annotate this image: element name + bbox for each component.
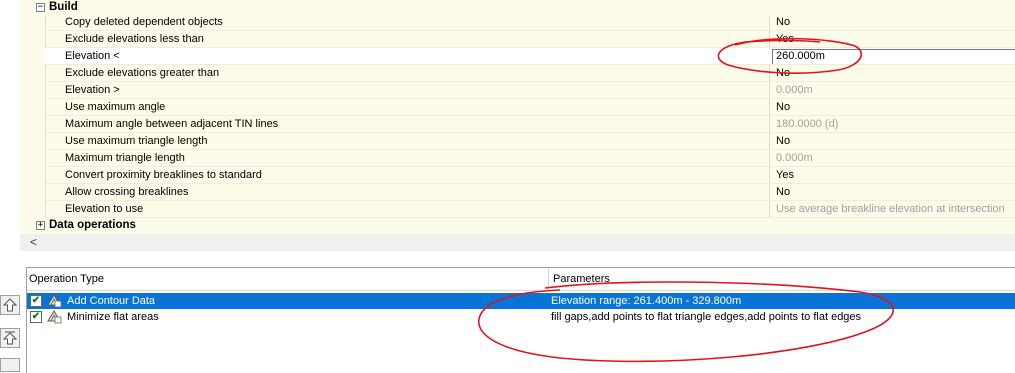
horizontal-scrollbar[interactable]: < [20, 234, 1015, 251]
property-value[interactable]: No [776, 186, 790, 198]
move-down-button[interactable] [0, 358, 20, 372]
operation-parameters: fill gaps,add points to flat triangle ed… [551, 311, 862, 323]
property-value[interactable]: No [776, 135, 790, 147]
property-name: Exclude elevations less than [65, 33, 204, 45]
arrow-up-icon [2, 298, 18, 312]
property-value: Use average breakline elevation at inter… [776, 203, 1005, 215]
move-up-button[interactable] [0, 295, 20, 315]
category-label: Data operations [49, 219, 136, 231]
property-row[interactable]: Use maximum angle No [45, 99, 1015, 116]
column-separator[interactable] [548, 268, 549, 290]
expand-icon[interactable]: + [36, 221, 45, 230]
property-row[interactable]: Use maximum triangle length No [45, 133, 1015, 150]
property-grid: − Build Copy deleted dependent objects No… [0, 0, 1015, 251]
scroll-left-icon[interactable]: < [30, 235, 37, 249]
splitter[interactable] [0, 251, 1015, 267]
property-name: Maximum angle between adjacent TIN lines [65, 118, 279, 130]
enable-checkbox[interactable]: ✔ [30, 295, 42, 307]
property-value[interactable]: No [776, 16, 790, 28]
grid-gutter [0, 0, 20, 251]
property-name: Use maximum angle [65, 101, 166, 113]
column-header-operation-type[interactable]: Operation Type [29, 273, 104, 285]
operation-name: Minimize flat areas [67, 311, 159, 323]
property-row[interactable]: Copy deleted dependent objects No [45, 14, 1015, 31]
property-row[interactable]: Elevation to use Use average breakline el… [45, 201, 1015, 218]
property-name: Use maximum triangle length [65, 135, 208, 147]
property-row[interactable]: Allow crossing breaklines No [45, 184, 1015, 201]
property-name: Elevation > [65, 84, 120, 96]
property-value: 0.000m [776, 84, 813, 96]
flat-area-icon [47, 310, 62, 324]
property-row[interactable]: Maximum angle between adjacent TIN lines… [45, 116, 1015, 133]
operations-list: Operation Type Parameters ✔ Add Contour D… [26, 267, 1015, 373]
property-value[interactable]: No [776, 67, 790, 79]
property-row[interactable]: Elevation > 0.000m [45, 82, 1015, 99]
property-row[interactable]: Maximum triangle length 0.000m [45, 150, 1015, 167]
column-header-parameters[interactable]: Parameters [553, 273, 610, 285]
property-value: 0.000m [776, 152, 813, 164]
property-value[interactable]: 260.000m [776, 50, 825, 62]
operation-parameters: Elevation range: 261.400m - 329.800m [551, 295, 742, 307]
property-name: Allow crossing breaklines [65, 186, 189, 198]
enable-checkbox[interactable]: ✔ [30, 311, 42, 323]
property-name: Convert proximity breaklines to standard [65, 169, 262, 181]
operation-row[interactable]: ✔ Minimize flat areas fill gaps,add points… [27, 309, 1015, 325]
move-top-button[interactable] [0, 328, 20, 348]
operation-row[interactable]: ✔ Add Contour Data Elevation range: 261.40… [27, 293, 1015, 309]
property-value: 180.0000 (d) [776, 118, 839, 130]
category-data-operations[interactable]: + Data operations [20, 218, 1015, 235]
property-name: Copy deleted dependent objects [65, 16, 223, 28]
property-value[interactable]: Yes [776, 33, 794, 45]
property-value[interactable]: Yes [776, 169, 794, 181]
property-name: Maximum triangle length [65, 152, 185, 164]
property-row[interactable]: Elevation < 260.000m [45, 48, 1015, 65]
arrow-up-icon [2, 331, 18, 345]
property-row[interactable]: Exclude elevations less than Yes [45, 31, 1015, 48]
operation-name: Add Contour Data [67, 295, 156, 307]
property-row[interactable]: Convert proximity breaklines to standard… [45, 167, 1015, 184]
operations-header: Operation Type Parameters [27, 268, 1015, 291]
property-row[interactable]: Exclude elevations greater than No [45, 65, 1015, 82]
property-name: Elevation to use [65, 203, 144, 215]
category-label: Build [49, 1, 78, 13]
contour-data-icon [47, 294, 62, 308]
collapse-icon[interactable]: − [36, 3, 45, 12]
property-value[interactable]: No [776, 101, 790, 113]
property-name: Elevation < [65, 50, 120, 62]
property-name: Exclude elevations greater than [65, 67, 220, 79]
